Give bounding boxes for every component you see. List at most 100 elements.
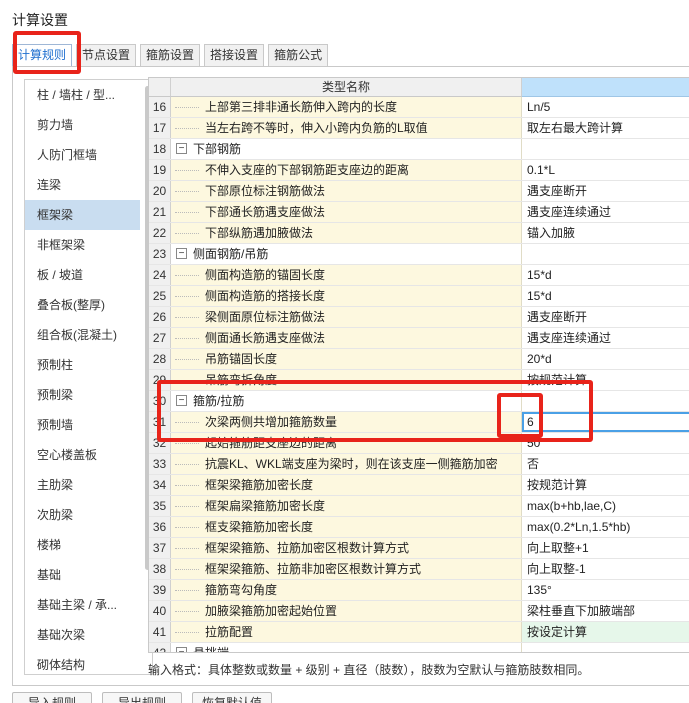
- row-name-cell: − 箍筋/拉筋: [171, 391, 522, 411]
- group-row[interactable]: 30− 箍筋/拉筋: [149, 391, 689, 412]
- row-number: 16: [149, 97, 171, 117]
- value-cell[interactable]: 遇支座连续通过: [522, 328, 689, 348]
- collapse-icon[interactable]: −: [176, 395, 187, 406]
- sidebar-item[interactable]: 砌体结构: [25, 650, 140, 674]
- sidebar-item[interactable]: 基础主梁 / 承...: [25, 590, 140, 620]
- tab-stirrup-formula[interactable]: 箍筋公式: [268, 44, 329, 66]
- table-row[interactable]: 25 侧面构造筋的搭接长度 15*d: [149, 286, 689, 307]
- sidebar-item[interactable]: 组合板(混凝土): [25, 320, 140, 350]
- sidebar-item[interactable]: 人防门框墙: [25, 140, 140, 170]
- table-row[interactable]: 39 箍筋弯勾角度 135°: [149, 580, 689, 601]
- value-cell[interactable]: 锚入加腋: [522, 223, 689, 243]
- table-row[interactable]: 41 拉筋配置 按设定计算: [149, 622, 689, 643]
- value-cell[interactable]: max(0.2*Ln,1.5*hb): [522, 517, 689, 537]
- collapse-icon[interactable]: −: [176, 647, 187, 652]
- value-cell[interactable]: 按规范计算: [522, 370, 689, 390]
- value-cell[interactable]: 否: [522, 454, 689, 474]
- table-row[interactable]: 32 起始箍筋距支座边的距离 50: [149, 433, 689, 454]
- table-row[interactable]: 37 框架梁箍筋、拉筋加密区根数计算方式 向上取整+1: [149, 538, 689, 559]
- sidebar-item[interactable]: 次肋梁: [25, 500, 140, 530]
- value-cell[interactable]: 取左右最大跨计算: [522, 118, 689, 138]
- value-cell[interactable]: [522, 139, 689, 159]
- table-row[interactable]: 16 上部第三排非通长筋伸入跨内的长度 Ln/5: [149, 97, 689, 118]
- sidebar-item[interactable]: 剪力墙: [25, 110, 140, 140]
- sidebar-item[interactable]: 预制柱: [25, 350, 140, 380]
- sidebar-item[interactable]: 基础次梁: [25, 620, 140, 650]
- value-cell[interactable]: Ln/5: [522, 97, 689, 117]
- value-cell[interactable]: 遇支座断开: [522, 307, 689, 327]
- value-cell[interactable]: 向上取整-1: [522, 559, 689, 579]
- value-cell[interactable]: 向上取整+1: [522, 538, 689, 558]
- table-row[interactable]: 19 不伸入支座的下部钢筋距支座边的距离 0.1*L: [149, 160, 689, 181]
- sidebar-item[interactable]: 柱 / 墙柱 / 型...: [25, 80, 140, 110]
- value-cell[interactable]: 135°: [522, 580, 689, 600]
- sidebar-item[interactable]: 板 / 坡道: [25, 260, 140, 290]
- table-row[interactable]: 33 抗震KL、WKL端支座为梁时，则在该支座一侧箍筋加密 否: [149, 454, 689, 475]
- value-cell[interactable]: 遇支座连续通过: [522, 202, 689, 222]
- row-name-cell: − 侧面钢筋/吊筋: [171, 244, 522, 264]
- table-row[interactable]: 31 次梁两侧共增加箍筋数量 6: [149, 412, 689, 433]
- row-name-cell: 梁侧面原位标注筋做法: [171, 307, 522, 327]
- tree-line: [175, 275, 199, 276]
- tab-calc-rules[interactable]: 计算规则: [12, 44, 73, 66]
- tab-bar: 计算规则 节点设置 箍筋设置 搭接设置 箍筋公式: [12, 44, 332, 66]
- value-cell[interactable]: [522, 244, 689, 264]
- value-cell[interactable]: 15*d: [522, 286, 689, 306]
- value-cell[interactable]: 按规范计算: [522, 475, 689, 495]
- sidebar-item[interactable]: 楼梯: [25, 530, 140, 560]
- group-row[interactable]: 23− 侧面钢筋/吊筋: [149, 244, 689, 265]
- table-row[interactable]: 22 下部纵筋遇加腋做法 锚入加腋: [149, 223, 689, 244]
- row-number: 40: [149, 601, 171, 621]
- sidebar-item[interactable]: 主肋梁: [25, 470, 140, 500]
- table-row[interactable]: 29 吊筋弯折角度 按规范计算: [149, 370, 689, 391]
- collapse-icon[interactable]: −: [176, 248, 187, 259]
- sidebar-item[interactable]: 非框架梁: [25, 230, 140, 260]
- value-cell[interactable]: 15*d: [522, 265, 689, 285]
- table-row[interactable]: 36 框支梁箍筋加密长度 max(0.2*Ln,1.5*hb): [149, 517, 689, 538]
- value-cell[interactable]: 按设定计算: [522, 622, 689, 642]
- value-cell[interactable]: 50: [522, 433, 689, 453]
- group-row[interactable]: 42− 悬挑端: [149, 643, 689, 652]
- restore-defaults-button[interactable]: 恢复默认值: [192, 692, 272, 703]
- tree-line: [175, 548, 199, 549]
- table-row[interactable]: 35 框架扁梁箍筋加密长度 max(b+hb,lae,C): [149, 496, 689, 517]
- sidebar-item[interactable]: 叠合板(整厚): [25, 290, 140, 320]
- sidebar-item[interactable]: 基础: [25, 560, 140, 590]
- tab-stirrup-settings[interactable]: 箍筋设置: [140, 44, 201, 66]
- sidebar-item[interactable]: 连梁: [25, 170, 140, 200]
- table-row[interactable]: 38 框架梁箍筋、拉筋非加密区根数计算方式 向上取整-1: [149, 559, 689, 580]
- table-row[interactable]: 34 框架梁箍筋加密长度 按规范计算: [149, 475, 689, 496]
- tab-node-settings[interactable]: 节点设置: [76, 44, 137, 66]
- table-row[interactable]: 40 加腋梁箍筋加密起始位置 梁柱垂直下加腋端部: [149, 601, 689, 622]
- table-row[interactable]: 21 下部通长筋遇支座做法 遇支座连续通过: [149, 202, 689, 223]
- sidebar-item[interactable]: 预制梁: [25, 380, 140, 410]
- export-rules-button[interactable]: 导出规则: [102, 692, 182, 703]
- sidebar-item[interactable]: 框架梁: [25, 200, 140, 230]
- table-row[interactable]: 24 侧面构造筋的锚固长度 15*d: [149, 265, 689, 286]
- value-cell[interactable]: max(b+hb,lae,C): [522, 496, 689, 516]
- row-name-text: 下部通长筋遇支座做法: [205, 205, 326, 219]
- row-number: 41: [149, 622, 171, 642]
- group-row[interactable]: 18− 下部钢筋: [149, 139, 689, 160]
- value-cell[interactable]: 遇支座断开: [522, 181, 689, 201]
- value-cell[interactable]: 0.1*L: [522, 160, 689, 180]
- table-row[interactable]: 28 吊筋锚固长度 20*d: [149, 349, 689, 370]
- import-rules-button[interactable]: 导入规则: [12, 692, 92, 703]
- table-row[interactable]: 27 侧面通长筋遇支座做法 遇支座连续通过: [149, 328, 689, 349]
- row-name-text: 侧面钢筋/吊筋: [193, 247, 269, 261]
- tree-line: [175, 317, 199, 318]
- value-cell[interactable]: [522, 391, 689, 411]
- value-cell[interactable]: [522, 643, 689, 652]
- sidebar-item[interactable]: 预制墙: [25, 410, 140, 440]
- table-row[interactable]: 20 下部原位标注钢筋做法 遇支座断开: [149, 181, 689, 202]
- row-name-text: 下部原位标注钢筋做法: [205, 184, 326, 198]
- collapse-icon[interactable]: −: [176, 143, 187, 154]
- table-row[interactable]: 26 梁侧面原位标注筋做法 遇支座断开: [149, 307, 689, 328]
- table-row[interactable]: 17 当左右跨不等时，伸入小跨内负筋的L取值 取左右最大跨计算: [149, 118, 689, 139]
- value-input[interactable]: 6: [522, 412, 689, 432]
- tab-lap-settings[interactable]: 搭接设置: [204, 44, 265, 66]
- tree-line: [175, 506, 199, 507]
- value-cell[interactable]: 20*d: [522, 349, 689, 369]
- sidebar-item[interactable]: 空心楼盖板: [25, 440, 140, 470]
- value-cell[interactable]: 梁柱垂直下加腋端部: [522, 601, 689, 621]
